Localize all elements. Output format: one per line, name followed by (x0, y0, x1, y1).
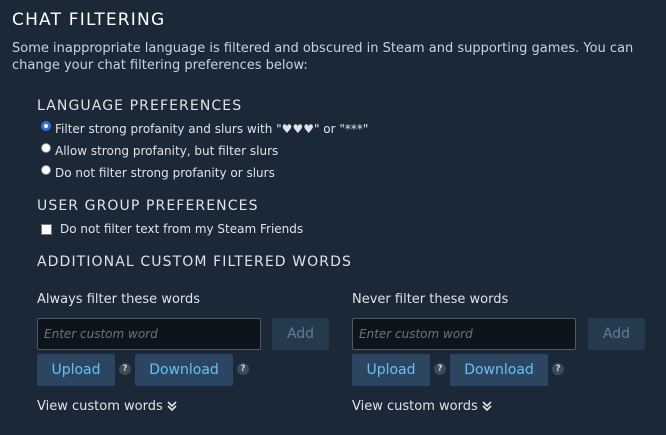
always-filter-input[interactable] (37, 318, 261, 350)
always-upload-button[interactable]: Upload (37, 354, 115, 386)
double-chevron-down-icon (482, 401, 492, 412)
user-group-preferences-heading: USER GROUP PREFERENCES (37, 198, 259, 214)
never-filter-input[interactable] (352, 318, 576, 350)
radio-selected-icon[interactable] (41, 121, 51, 131)
language-option-allow-profanity[interactable]: Allow strong profanity, but filter slurs (41, 142, 278, 160)
language-option-filter-all[interactable]: Filter strong profanity and slurs with "… (41, 120, 368, 138)
upload-help-icon[interactable]: ? (434, 363, 446, 375)
option-label: Do not filter strong profanity or slurs (55, 166, 275, 180)
option-label: Allow strong profanity, but filter slurs (55, 144, 279, 158)
option-label: Filter strong profanity and slurs with "… (55, 122, 369, 136)
always-download-button[interactable]: Download (135, 354, 233, 386)
page-title: CHAT FILTERING (12, 10, 166, 30)
checkbox-icon[interactable] (41, 223, 52, 235)
view-link-label: View custom words (352, 399, 478, 414)
language-option-no-filter[interactable]: Do not filter strong profanity or slurs (41, 164, 275, 182)
always-add-button[interactable]: Add (272, 318, 329, 350)
never-add-button[interactable]: Add (588, 318, 645, 350)
never-download-button[interactable]: Download (450, 354, 548, 386)
never-upload-button[interactable]: Upload (352, 354, 430, 386)
custom-words-heading: ADDITIONAL CUSTOM FILTERED WORDS (37, 254, 352, 270)
view-link-label: View custom words (37, 399, 163, 414)
download-help-icon[interactable]: ? (552, 363, 564, 375)
upload-help-icon[interactable]: ? (119, 363, 131, 375)
always-filter-label: Always filter these words (37, 292, 201, 307)
radio-icon[interactable] (41, 165, 51, 175)
language-preferences-heading: LANGUAGE PREFERENCES (37, 98, 243, 114)
radio-icon[interactable] (41, 143, 51, 153)
always-view-custom-words-link[interactable]: View custom words (37, 399, 177, 414)
checkbox-label: Do not filter text from my Steam Friends (60, 222, 304, 236)
download-help-icon[interactable]: ? (237, 363, 249, 375)
never-filter-label: Never filter these words (352, 292, 509, 307)
never-view-custom-words-link[interactable]: View custom words (352, 399, 492, 414)
friends-filter-option[interactable]: Do not filter text from my Steam Friends (41, 220, 303, 238)
double-chevron-down-icon (167, 401, 177, 412)
page-description: Some inappropriate language is filtered … (12, 41, 634, 73)
